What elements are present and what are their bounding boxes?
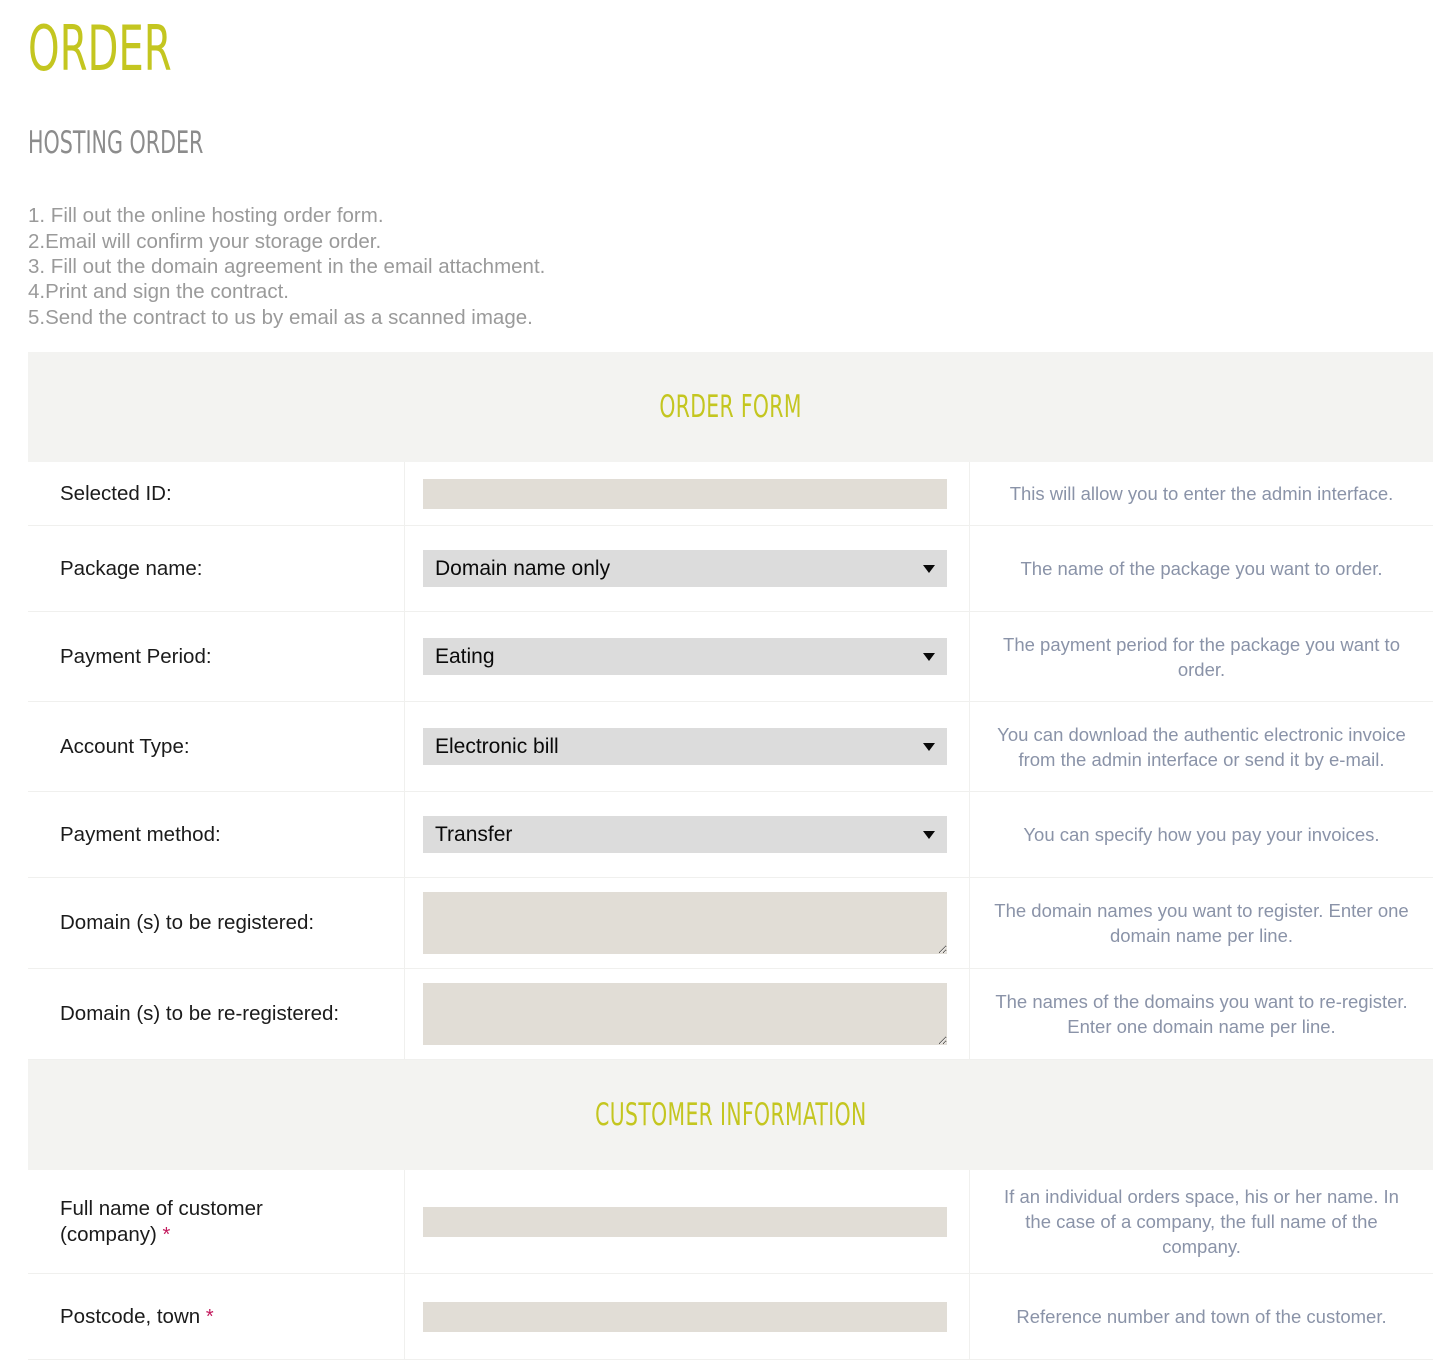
table-row: Domain (s) to be registered: The domain …	[28, 878, 1433, 970]
field-control-cell: Transfer	[405, 792, 970, 878]
help-account-type: You can download the authentic electroni…	[997, 723, 1406, 770]
field-label-cell: Domain (s) to be registered:	[28, 878, 405, 969]
field-control-cell	[405, 1274, 970, 1360]
field-help-cell: The names of the domains you want to re-…	[970, 969, 1433, 1059]
field-control-cell	[405, 462, 970, 526]
help-selected-id: This will allow you to enter the admin i…	[1009, 483, 1394, 505]
account-type-select-wrapper: Electronic bill	[423, 728, 947, 766]
table-row: Domain (s) to be re-registered: The name…	[28, 969, 1433, 1061]
label-payment-period: Payment Period:	[60, 644, 212, 668]
page-title: ORDER	[28, 12, 172, 85]
payment-period-select-wrapper: Eating	[423, 638, 947, 676]
required-asterisk: *	[205, 1305, 214, 1328]
order-form-heading: ORDER FORM	[659, 389, 802, 426]
field-help-cell: The domain names you want to register. E…	[970, 878, 1433, 968]
label-customer-full-name: Full name of customer (company) *	[60, 1196, 263, 1248]
field-control-cell: Eating	[405, 612, 970, 702]
postcode-town-input[interactable]	[423, 1301, 947, 1332]
label-payment-method: Payment method:	[60, 822, 221, 846]
domains-to-register-textarea[interactable]	[423, 892, 947, 955]
selected-id-input[interactable]	[423, 478, 947, 509]
label-line-1: Full name of customer	[60, 1196, 263, 1220]
field-label-cell: Postcode, town *	[28, 1274, 405, 1360]
field-label-cell: Payment Period:	[28, 612, 405, 702]
order-page: ORDER HOSTING ORDER 1. Fill out the onli…	[0, 0, 1433, 1360]
help-payment-method: You can specify how you pay your invoice…	[1023, 824, 1380, 846]
field-help-cell: The payment period for the package you w…	[970, 612, 1433, 701]
package-name-select[interactable]: Domain name only	[423, 550, 947, 588]
table-row: Selected ID: This will allow you to ente…	[28, 462, 1433, 527]
instruction-step: 3. Fill out the domain agreement in the …	[28, 254, 546, 278]
customer-full-name-input[interactable]	[423, 1206, 947, 1237]
page-subtitle: HOSTING ORDER	[28, 125, 204, 162]
field-help-cell: The name of the package you want to orde…	[970, 526, 1433, 611]
order-form-table: ORDER FORM Selected ID: This will allow …	[28, 352, 1433, 1360]
payment-period-select[interactable]: Eating	[423, 638, 947, 676]
field-label-cell: Domain (s) to be re-registered:	[28, 969, 405, 1060]
help-domains-to-register: The domain names you want to register. E…	[994, 900, 1409, 947]
required-asterisk: *	[162, 1223, 171, 1246]
help-payment-period: The payment period for the package you w…	[1003, 633, 1400, 680]
domains-to-reregister-textarea[interactable]	[423, 983, 947, 1046]
instruction-step: 5.Send the contract to us by email as a …	[28, 305, 533, 329]
payment-method-select-wrapper: Transfer	[423, 816, 947, 854]
field-control-cell: Electronic bill	[405, 702, 970, 792]
field-control-cell: Domain name only	[405, 526, 970, 612]
instruction-steps: 1. Fill out the online hosting order for…	[28, 161, 1405, 330]
label-line-2: (company)	[60, 1222, 157, 1246]
help-package-name: The name of the package you want to orde…	[1020, 558, 1383, 580]
help-domains-to-reregister: The names of the domains you want to re-…	[995, 991, 1408, 1038]
table-row: Full name of customer (company) * If an …	[28, 1170, 1433, 1275]
field-help-cell: You can specify how you pay your invoice…	[970, 792, 1433, 877]
customer-information-heading: CUSTOMER INFORMATION	[594, 1097, 867, 1134]
label-postcode-town: Postcode, town *	[60, 1304, 214, 1330]
field-label-cell: Account Type:	[28, 702, 405, 792]
help-postcode-town: Reference number and town of the custome…	[1016, 1306, 1387, 1328]
label-domains-to-register: Domain (s) to be registered:	[60, 911, 315, 935]
field-control-cell	[405, 878, 970, 969]
table-row: Package name: Domain name only The name …	[28, 526, 1433, 613]
customer-information-section-header: CUSTOMER INFORMATION	[28, 1060, 1433, 1171]
field-label-cell: Selected ID:	[28, 462, 405, 526]
field-help-cell: Reference number and town of the custome…	[970, 1274, 1433, 1359]
label-line-1: Postcode, town	[60, 1304, 201, 1328]
field-label-cell: Payment method:	[28, 792, 405, 878]
instruction-step: 1. Fill out the online hosting order for…	[28, 204, 384, 228]
instruction-step: 4.Print and sign the contract.	[28, 280, 289, 304]
table-row: Postcode, town * Reference number and to…	[28, 1274, 1433, 1360]
instruction-step: 2.Email will confirm your storage order.	[28, 229, 382, 253]
field-control-cell	[405, 1170, 970, 1274]
help-customer-full-name: If an individual orders space, his or he…	[1004, 1186, 1399, 1258]
field-label-cell: Full name of customer (company) *	[28, 1170, 405, 1274]
order-form-section-header: ORDER FORM	[28, 352, 1433, 463]
label-domains-to-reregister: Domain (s) to be re-registered:	[60, 1002, 340, 1026]
label-selected-id: Selected ID:	[60, 481, 172, 505]
payment-method-select[interactable]: Transfer	[423, 816, 947, 854]
field-help-cell: This will allow you to enter the admin i…	[970, 462, 1433, 525]
account-type-select[interactable]: Electronic bill	[423, 728, 947, 766]
package-name-select-wrapper: Domain name only	[423, 550, 947, 588]
field-help-cell: You can download the authentic electroni…	[970, 702, 1433, 791]
field-help-cell: If an individual orders space, his or he…	[970, 1170, 1433, 1273]
intro-block: ORDER HOSTING ORDER 1. Fill out the onli…	[0, 0, 1433, 330]
table-row: Account Type: Electronic bill You can do…	[28, 702, 1433, 793]
label-account-type: Account Type:	[60, 734, 190, 758]
table-row: Payment method: Transfer You can specify…	[28, 792, 1433, 879]
field-label-cell: Package name:	[28, 526, 405, 612]
label-package-name: Package name:	[60, 556, 203, 580]
field-control-cell	[405, 969, 970, 1060]
table-row: Payment Period: Eating The payment perio…	[28, 612, 1433, 703]
